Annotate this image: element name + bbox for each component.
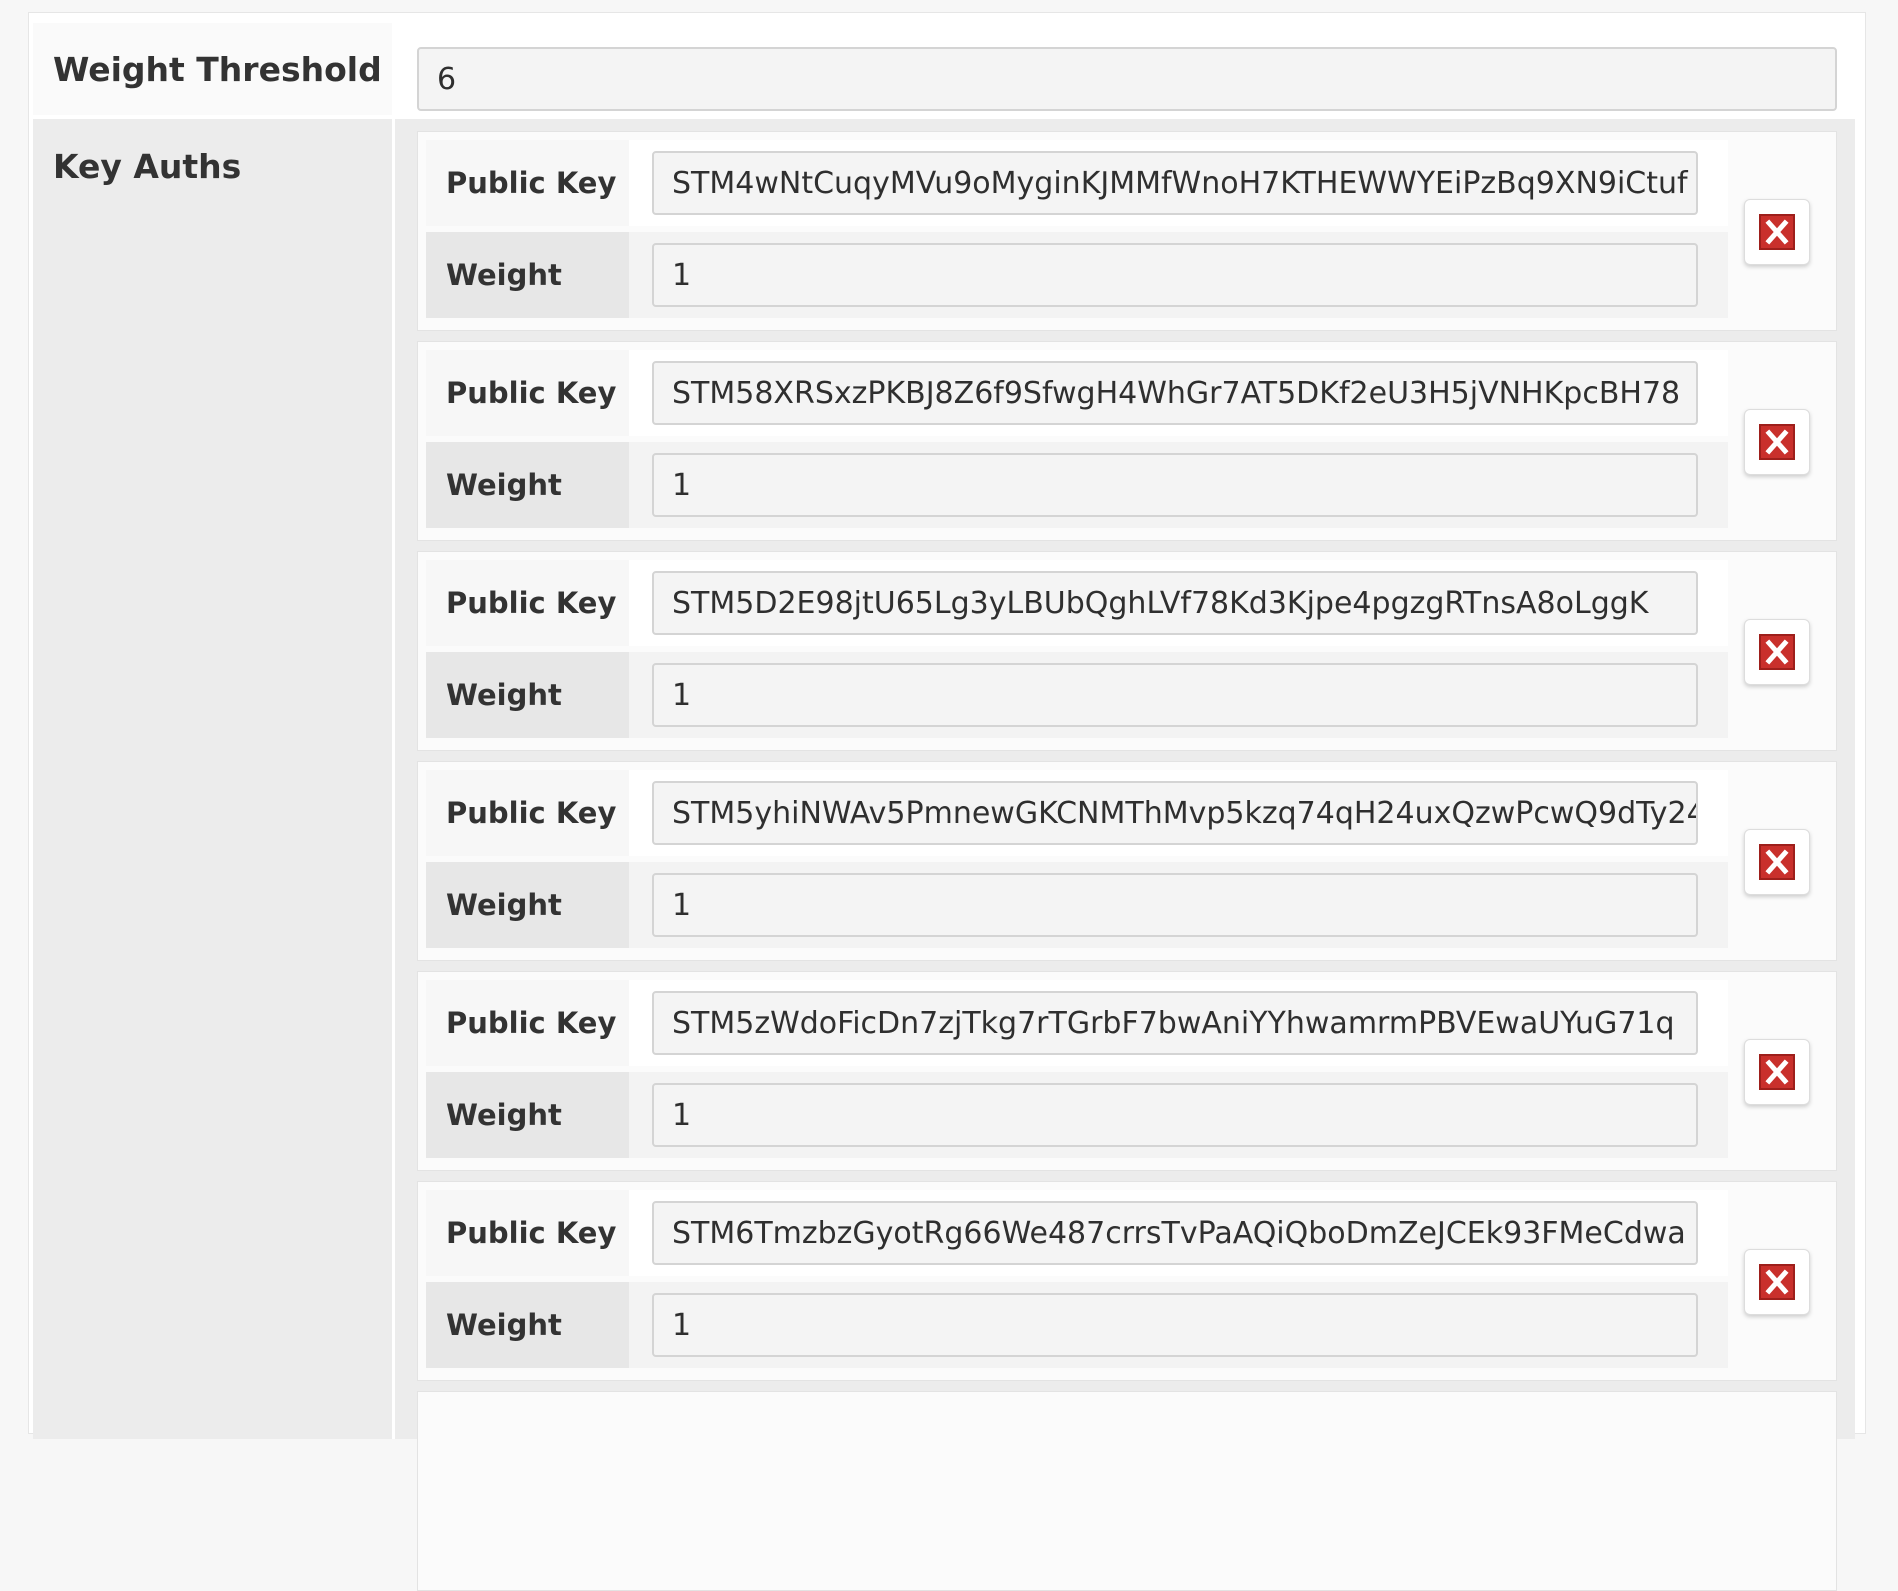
- weight-label: Weight: [426, 862, 632, 948]
- public-key-input[interactable]: STM4wNtCuqyMVu9oMyginKJMMfWnoH7KTHEWWYEi…: [652, 151, 1698, 215]
- public-key-input[interactable]: STM6TmzbzGyotRg66We487crrsTvPaAQiQboDmZe…: [652, 1201, 1698, 1265]
- key-auth-entry: Public Key STM58XRSxzPKBJ8Z6f9SfwgH4WhGr…: [417, 341, 1837, 541]
- weight-row: Weight 1: [426, 1072, 1728, 1158]
- public-key-row: Public Key STM5zWdoFicDn7zjTkg7rTGrbF7bw…: [426, 980, 1728, 1066]
- public-key-label: Public Key: [426, 770, 632, 856]
- public-key-input[interactable]: STM5zWdoFicDn7zjTkg7rTGrbF7bwAniYYhwamrm…: [652, 991, 1698, 1055]
- weight-row: Weight 1: [426, 862, 1728, 948]
- public-key-row: Public Key STM5yhiNWAv5PmnewGKCNMThMvp5k…: [426, 770, 1728, 856]
- remove-key-button[interactable]: [1744, 409, 1810, 475]
- weight-input[interactable]: 1: [652, 1293, 1698, 1357]
- remove-key-button[interactable]: [1744, 1249, 1810, 1315]
- key-auth-entry: Public Key STM4wNtCuqyMVu9oMyginKJMMfWno…: [417, 131, 1837, 331]
- key-auth-entry: Public Key STM5yhiNWAv5PmnewGKCNMThMvp5k…: [417, 761, 1837, 961]
- key-auth-entry: Public Key STM5zWdoFicDn7zjTkg7rTGrbF7bw…: [417, 971, 1837, 1171]
- close-x-icon: [1759, 1054, 1795, 1090]
- public-key-label: Public Key: [426, 140, 632, 226]
- public-key-row: Public Key STM5D2E98jtU65Lg3yLBUbQghLVf7…: [426, 560, 1728, 646]
- remove-key-button[interactable]: [1744, 199, 1810, 265]
- weight-label: Weight: [426, 652, 632, 738]
- weight-threshold-row: Weight Threshold 6: [33, 23, 1855, 115]
- close-x-icon: [1759, 214, 1795, 250]
- public-key-label: Public Key: [426, 1190, 632, 1276]
- key-auth-entry: Public Key STM6TmzbzGyotRg66We487crrsTvP…: [417, 1181, 1837, 1381]
- public-key-row: Public Key STM6TmzbzGyotRg66We487crrsTvP…: [426, 1190, 1728, 1276]
- public-key-label: Public Key: [426, 980, 632, 1066]
- weight-label: Weight: [426, 442, 632, 528]
- weight-input[interactable]: 1: [652, 453, 1698, 517]
- weight-input[interactable]: 1: [652, 873, 1698, 937]
- close-x-icon: [1759, 844, 1795, 880]
- public-key-label: Public Key: [426, 560, 632, 646]
- remove-key-button[interactable]: [1744, 619, 1810, 685]
- weight-input[interactable]: 1: [652, 663, 1698, 727]
- weight-row: Weight 1: [426, 442, 1728, 528]
- public-key-input[interactable]: STM58XRSxzPKBJ8Z6f9SfwgH4WhGr7AT5DKf2eU3…: [652, 361, 1698, 425]
- weight-row: Weight 1: [426, 652, 1728, 738]
- authority-form: Weight Threshold 6 Key Auths Public Key …: [28, 12, 1866, 1591]
- key-auths-list: Public Key STM4wNtCuqyMVu9oMyginKJMMfWno…: [395, 119, 1855, 1591]
- weight-label: Weight: [426, 1072, 632, 1158]
- public-key-row: Public Key STM58XRSxzPKBJ8Z6f9SfwgH4WhGr…: [426, 350, 1728, 436]
- weight-threshold-input[interactable]: 6: [417, 47, 1837, 111]
- weight-input[interactable]: 1: [652, 243, 1698, 307]
- weight-threshold-value-cell: 6: [395, 23, 1855, 115]
- remove-key-button[interactable]: [1744, 1039, 1810, 1105]
- weight-row: Weight 1: [426, 232, 1728, 318]
- key-auth-entry: Public Key STM5D2E98jtU65Lg3yLBUbQghLVf7…: [417, 551, 1837, 751]
- key-auth-entry-partial: [417, 1391, 1837, 1591]
- key-auths-row: Key Auths Public Key STM4wNtCuqyMVu9oMyg…: [33, 119, 1855, 1591]
- public-key-input[interactable]: STM5yhiNWAv5PmnewGKCNMThMvp5kzq74qH24uxQ…: [652, 781, 1698, 845]
- weight-row: Weight 1: [426, 1282, 1728, 1368]
- public-key-input[interactable]: STM5D2E98jtU65Lg3yLBUbQghLVf78Kd3Kjpe4pg…: [652, 571, 1698, 635]
- public-key-label: Public Key: [426, 350, 632, 436]
- weight-label: Weight: [426, 232, 632, 318]
- close-x-icon: [1759, 424, 1795, 460]
- weight-input[interactable]: 1: [652, 1083, 1698, 1147]
- weight-label: Weight: [426, 1282, 632, 1368]
- key-auths-label: Key Auths: [33, 119, 395, 1439]
- remove-key-button[interactable]: [1744, 829, 1810, 895]
- close-x-icon: [1759, 634, 1795, 670]
- close-x-icon: [1759, 1264, 1795, 1300]
- weight-threshold-label: Weight Threshold: [33, 23, 395, 115]
- public-key-row: Public Key STM4wNtCuqyMVu9oMyginKJMMfWno…: [426, 140, 1728, 226]
